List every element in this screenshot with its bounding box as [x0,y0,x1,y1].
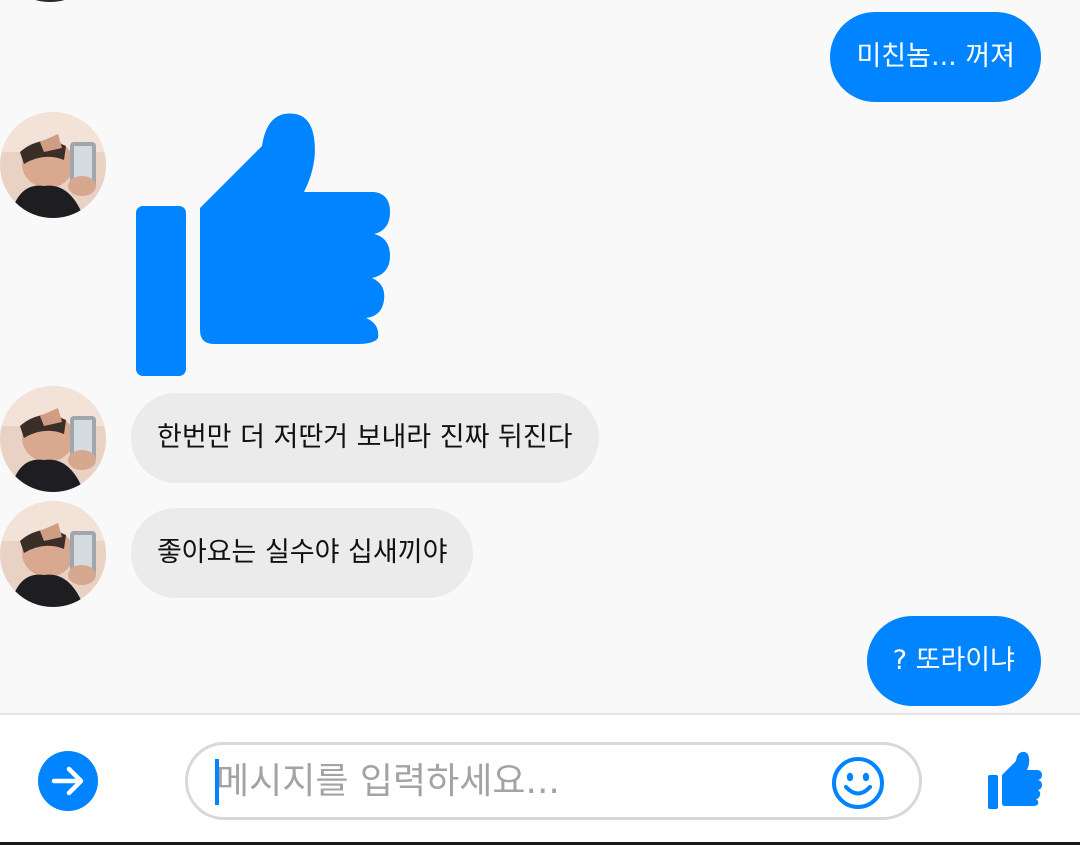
message-composer [0,713,1080,845]
like-sticker[interactable] [134,112,390,378]
avatar[interactable] [0,112,106,218]
thumbs-up-icon [988,751,1042,809]
message-text: 미친놈... 꺼져 [856,41,1015,72]
avatar[interactable] [0,501,106,607]
like-button[interactable] [986,751,1042,811]
message-text: ? 또라이냐 [892,645,1015,676]
send-button[interactable] [38,751,98,811]
message-input-container[interactable] [185,742,922,820]
smiley-icon [832,757,884,809]
thumbs-up-icon [136,113,390,376]
arrow-right-icon [51,766,84,796]
message-bubble-incoming[interactable]: 좋아요는 실수야 십새끼야 [131,508,474,598]
message-text: 좋아요는 실수야 십새끼야 [157,537,448,568]
message-input[interactable] [216,745,816,817]
avatar[interactable] [0,386,106,492]
emoji-button[interactable] [831,756,885,810]
message-bubble-outgoing[interactable]: ? 또라이냐 [866,616,1041,706]
message-thread[interactable]: 미친놈... 꺼져 한번만 더 저딴거 보내라 진짜 뒤진다 좋아요는 실수야 … [0,0,1080,713]
message-text: 한번만 더 저딴거 보내라 진짜 뒤진다 [157,422,573,453]
message-bubble-incoming[interactable]: 한번만 더 저딴거 보내라 진짜 뒤진다 [131,393,599,483]
avatar-partial [28,0,72,2]
message-bubble-outgoing[interactable]: 미친놈... 꺼져 [830,12,1041,102]
